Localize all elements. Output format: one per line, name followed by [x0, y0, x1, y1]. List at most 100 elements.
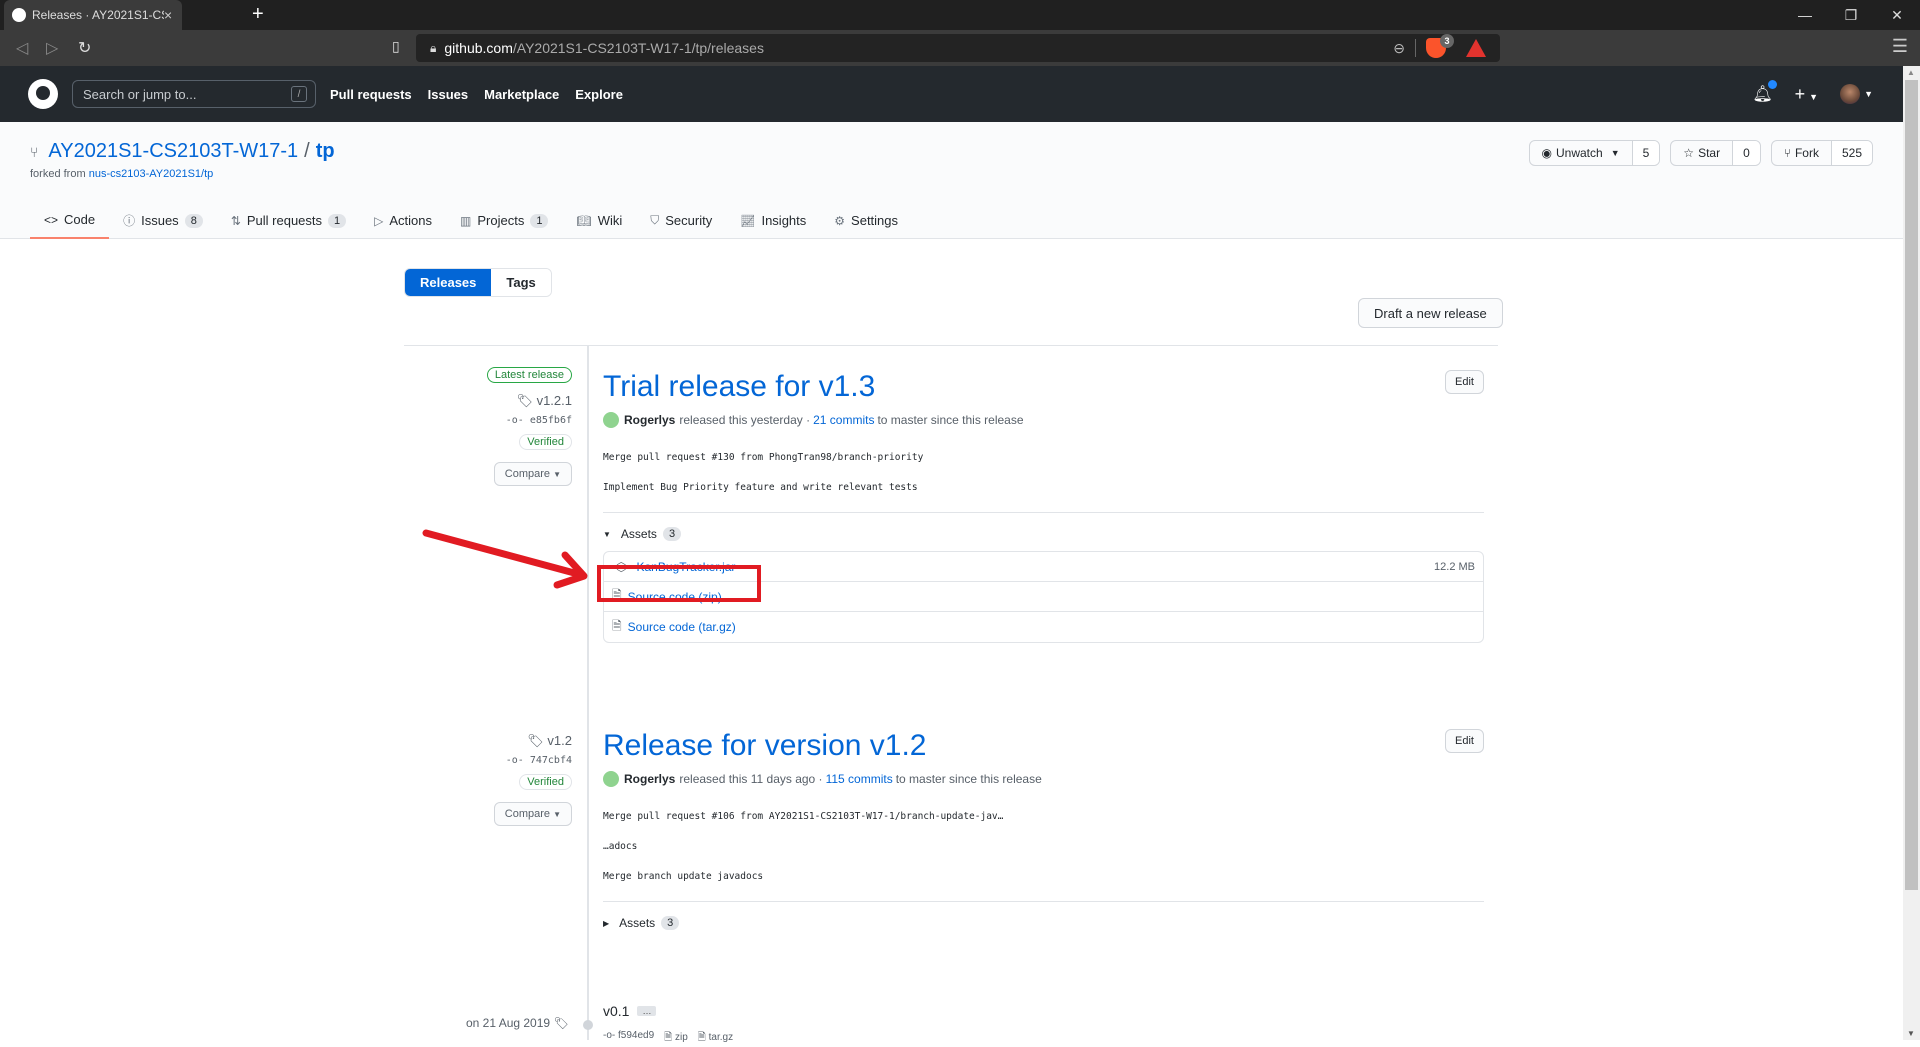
repo-forked-icon: ⑂	[30, 143, 39, 160]
nav-marketplace[interactable]: Marketplace	[484, 87, 559, 102]
release-title[interactable]: Release for version v1.2	[603, 729, 927, 762]
verified-badge[interactable]: Verified	[519, 434, 572, 450]
scrollbar-thumb[interactable]	[1905, 80, 1918, 890]
file-zip-icon: 🗎︎	[612, 618, 622, 633]
release-note-line: Implement Bug Priority feature and write…	[603, 482, 918, 493]
reload-icon[interactable]: ↻	[78, 38, 91, 58]
release-note-line: Merge pull request #130 from PhongTran98…	[603, 452, 924, 463]
unwatch-button[interactable]: ◉ Unwatch ▼	[1530, 141, 1633, 165]
forks-count[interactable]: 525	[1831, 141, 1872, 165]
brave-rewards-icon[interactable]	[1466, 39, 1486, 57]
close-window-button[interactable]: ✕	[1874, 0, 1920, 30]
tab-pull-requests[interactable]: ⇅ Pull requests 1	[217, 202, 360, 239]
repo-owner-link[interactable]: AY2021S1-CS2103T-W17-1	[48, 140, 298, 163]
author-avatar[interactable]	[603, 412, 619, 428]
repo-name-link[interactable]: tp	[316, 140, 335, 163]
zoom-out-icon[interactable]: ⊖	[1393, 40, 1405, 57]
tab-security[interactable]: ⛉ Security	[636, 202, 726, 239]
author-link[interactable]: Rogerlys	[624, 413, 675, 427]
verified-badge[interactable]: Verified	[519, 774, 572, 790]
fork-button[interactable]: ⑂ Fork	[1772, 141, 1832, 165]
commit-sha[interactable]: -o- f594ed9	[603, 1030, 654, 1047]
browser-tab[interactable]: Releases · AY2021S1-CS2103T-W17-1 ×	[4, 0, 182, 30]
bookmark-icon[interactable]: ▯	[392, 38, 400, 55]
release-note-line: …adocs	[603, 841, 638, 852]
commit-icon: -o-	[603, 1030, 616, 1041]
tab-issues[interactable]: ⓘ Issues 8	[109, 202, 217, 239]
tag-icon: 🏷︎	[527, 733, 544, 748]
nav-issues[interactable]: Issues	[428, 87, 468, 102]
nav-pull-requests[interactable]: Pull requests	[330, 87, 412, 102]
divider	[603, 901, 1484, 902]
restore-button[interactable]: ❐	[1828, 0, 1874, 30]
commit-sha[interactable]: -o- 747cbf4	[494, 755, 572, 766]
zip-link[interactable]: 🗎︎ zip	[664, 1030, 688, 1047]
tab-label: Pull requests	[246, 213, 323, 228]
targz-link[interactable]: 🗎︎ tar.gz	[698, 1030, 733, 1047]
asset-name: Source code	[627, 620, 696, 634]
assets-toggle[interactable]: ▶ Assets 3	[603, 916, 1484, 930]
releases-tags-subnav: Releases Tags	[404, 268, 552, 297]
brave-shields-icon[interactable]: 3	[1426, 34, 1454, 58]
author-avatar[interactable]	[603, 771, 619, 787]
notifications-bell-icon[interactable]: 🔔︎	[1752, 80, 1777, 104]
sha-value: f594ed9	[618, 1030, 655, 1041]
tab-settings[interactable]: ⚙ Settings	[820, 202, 912, 239]
compare-button[interactable]: Compare ▼	[493, 462, 572, 486]
nav-explore[interactable]: Explore	[575, 87, 623, 102]
scroll-up-arrow-icon[interactable]: ▲	[1907, 68, 1915, 77]
tag-name-link[interactable]: v0.1	[603, 1003, 629, 1019]
commits-link[interactable]: 115 commits	[826, 772, 893, 786]
new-tab-button[interactable]: +	[252, 4, 264, 24]
scroll-down-arrow-icon[interactable]: ▼	[1907, 1029, 1915, 1038]
assets-toggle[interactable]: ▼ Assets 3	[603, 527, 1484, 541]
annotation-arrow-head	[553, 551, 588, 589]
compare-button[interactable]: Compare ▼	[493, 802, 572, 826]
project-icon: ▥	[460, 213, 472, 228]
commit-sha[interactable]: -o- e85fb6f	[487, 415, 572, 426]
release-title[interactable]: Trial release for v1.3	[603, 370, 875, 403]
release-tag[interactable]: 🏷︎ v1.2	[494, 733, 572, 749]
vertical-scrollbar[interactable]: ▲ ▼	[1903, 66, 1920, 1040]
forked-from-link[interactable]: nus-cs2103-AY2021S1/tp	[89, 168, 214, 180]
draft-new-release-button[interactable]: Draft a new release	[1358, 298, 1503, 328]
tag-name: v1.2.1	[536, 393, 572, 408]
author-link[interactable]: Rogerlys	[624, 772, 675, 786]
forward-icon[interactable]: ▷	[46, 38, 58, 58]
browser-menu-icon[interactable]: ☰	[1892, 36, 1908, 57]
edit-release-button[interactable]: Edit	[1445, 729, 1484, 753]
watchers-count[interactable]: 5	[1632, 141, 1660, 165]
tab-code[interactable]: <> Code	[30, 202, 110, 239]
tab-wiki[interactable]: 📖︎ Wiki	[562, 202, 636, 239]
plus-icon: +	[1794, 83, 1806, 104]
subnav-tags[interactable]: Tags	[491, 269, 551, 296]
play-icon: ▷	[374, 213, 384, 228]
tab-label: Settings	[851, 213, 899, 228]
lock-icon: 🔒︎	[430, 40, 437, 55]
release-entry: Trial release for v1.3 Edit Rogerlys rel…	[603, 370, 1484, 643]
expand-ellipsis-button[interactable]: …	[637, 1006, 657, 1016]
back-icon[interactable]: ◁	[16, 38, 28, 58]
stars-count[interactable]: 0	[1733, 141, 1760, 165]
user-menu[interactable]: ▼	[1840, 84, 1873, 104]
search-input[interactable]: Search or jump to... /	[72, 80, 316, 108]
caret-down-icon: ▼	[603, 529, 611, 539]
tab-projects[interactable]: ▥ Projects 1	[446, 202, 562, 239]
commit-icon: -o-	[505, 415, 524, 426]
caret-down-icon: ▼	[1610, 148, 1620, 158]
address-bar[interactable]: 🔒︎ github.com /AY2021S1-CS2103T-W17-1/tp…	[416, 34, 1500, 62]
header-right: 🔔︎ + ▼ ▼	[1752, 66, 1873, 122]
tab-actions[interactable]: ▷ Actions	[360, 202, 446, 239]
source-code-targz-link[interactable]: Source code (tar.gz)	[628, 620, 736, 634]
minimize-button[interactable]: —	[1782, 0, 1828, 30]
edit-release-button[interactable]: Edit	[1445, 370, 1484, 394]
star-button[interactable]: ☆ Star	[1671, 141, 1734, 165]
tab-insights[interactable]: 📈︎ Insights	[726, 202, 820, 239]
create-new-button[interactable]: + ▼	[1795, 84, 1818, 105]
subnav-releases[interactable]: Releases	[405, 269, 492, 296]
unread-indicator	[1767, 80, 1777, 89]
close-tab-icon[interactable]: ×	[164, 7, 182, 23]
commits-link[interactable]: 21 commits	[813, 413, 874, 427]
release-tag[interactable]: 🏷︎ v1.2.1	[487, 393, 572, 409]
github-logo-icon[interactable]	[28, 79, 58, 109]
